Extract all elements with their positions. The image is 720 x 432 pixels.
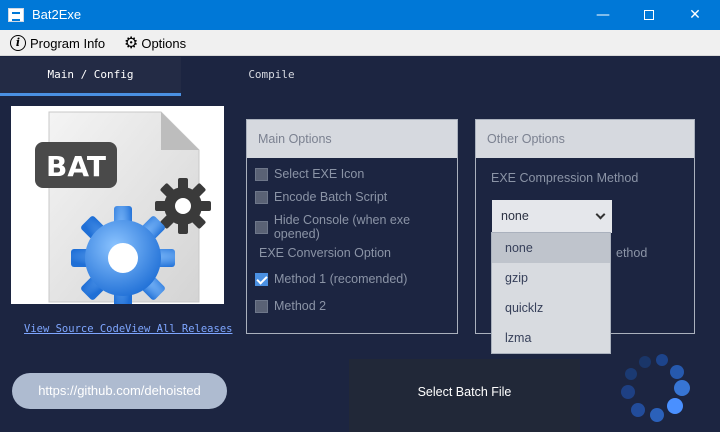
encode-batch-option[interactable]: Encode Batch Script: [255, 190, 387, 204]
dropdown-option-lzma[interactable]: lzma: [492, 323, 610, 353]
bat-file-icon: BAT: [35, 111, 211, 304]
loading-spinner: [612, 348, 692, 428]
bat-label: BAT: [46, 150, 106, 183]
option-label: Select EXE Icon: [274, 167, 365, 181]
compression-selected-value: none: [501, 209, 529, 223]
select-batch-file-button[interactable]: Select Batch File: [349, 359, 580, 432]
partially-hidden-label: ethod: [616, 246, 648, 260]
view-source-link[interactable]: View Source Code: [24, 323, 125, 335]
option-label: Hide Console (when exe opened): [273, 213, 411, 241]
menu-options[interactable]: ⚙ Options: [124, 30, 186, 56]
title-bar: Bat2Exe — ✕: [0, 0, 720, 30]
menu-program-info[interactable]: i Program Info: [10, 30, 105, 56]
compression-dropdown: none gzip quicklz lzma: [491, 232, 611, 354]
maximize-button[interactable]: [626, 0, 672, 30]
compression-method-label: EXE Compression Method: [491, 171, 639, 185]
window-title: Bat2Exe: [32, 7, 82, 22]
dropdown-option-none[interactable]: none: [492, 233, 610, 263]
option-label: Method 2: [274, 299, 327, 313]
tab-bar: Main / Config Compile: [0, 57, 720, 96]
dropdown-option-gzip[interactable]: gzip: [492, 263, 610, 293]
info-icon: i: [10, 35, 26, 51]
checkbox[interactable]: [255, 272, 268, 286]
maximize-icon: [644, 10, 654, 20]
hide-console-option[interactable]: Hide Console (when exe opened): [255, 213, 457, 241]
main-options-panel: Main Options Select EXE Icon Encode Batc…: [246, 119, 458, 334]
main-options-header: Main Options: [247, 120, 457, 158]
chevron-down-icon: [595, 209, 606, 220]
other-options-header: Other Options: [476, 120, 694, 158]
app-icon: [8, 8, 24, 22]
spinner-icon: [621, 354, 690, 422]
menu-bar: i Program Info ⚙ Options: [0, 30, 720, 56]
method-1-option[interactable]: Method 1 (recomended): [255, 272, 407, 286]
select-exe-icon-option[interactable]: Select EXE Icon: [255, 167, 364, 181]
tab-compile[interactable]: Compile: [181, 57, 362, 96]
bat-file-image: BAT: [11, 106, 224, 304]
menu-program-info-label: Program Info: [30, 35, 106, 51]
tab-main-config[interactable]: Main / Config: [0, 57, 181, 96]
method-2-option[interactable]: Method 2: [255, 299, 326, 313]
checkbox[interactable]: [255, 167, 268, 181]
menu-options-label: Options: [141, 35, 187, 51]
checkbox[interactable]: [255, 299, 268, 313]
close-button[interactable]: ✕: [672, 0, 718, 30]
option-label: Method 1 (recomended): [274, 272, 408, 286]
checkbox[interactable]: [255, 190, 268, 204]
minimize-button[interactable]: —: [580, 0, 626, 30]
conversion-option-label: EXE Conversion Option: [259, 246, 392, 260]
gear-icon: ⚙: [124, 33, 139, 52]
option-label: Encode Batch Script: [274, 190, 388, 204]
view-releases-link[interactable]: View All Releases: [125, 323, 232, 335]
dropdown-option-quicklz[interactable]: quicklz: [492, 293, 610, 323]
checkbox[interactable]: [255, 220, 268, 234]
github-button[interactable]: https://github.com/dehoisted: [12, 373, 227, 409]
compression-select[interactable]: none: [492, 200, 612, 233]
